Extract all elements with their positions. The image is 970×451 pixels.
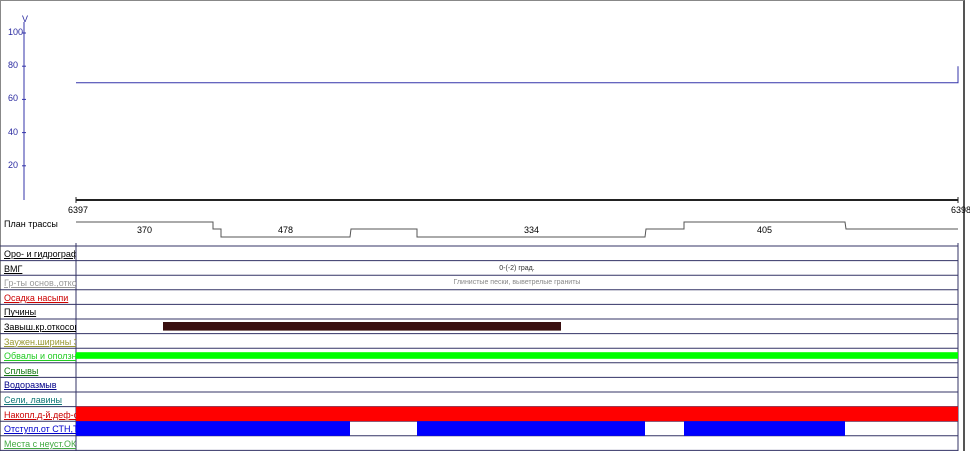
row-label[interactable]: Осадка насыпи [4, 293, 76, 303]
row-cell-text: 0-(-2) град. [499, 264, 535, 272]
speed-tick: 80 [8, 60, 19, 70]
speed-tick: 20 [8, 160, 19, 170]
row-cell-text: Глинистые пески, выветрелые граниты [453, 279, 581, 287]
plan-segment-radius: 370 [137, 225, 153, 235]
deviation-bar [76, 421, 350, 436]
speed-tick: 100 [8, 27, 24, 37]
defects-bar [76, 406, 958, 422]
speed-tick: 60 [8, 93, 19, 103]
speed-axis-label: V [22, 14, 29, 24]
row-label[interactable]: ВМГ [4, 264, 76, 274]
plan-segment-radius: 478 [278, 225, 294, 235]
deviation-bar [417, 421, 645, 436]
plan-segment-radius: 334 [524, 225, 540, 235]
row-label[interactable]: Обвалы и оползни [4, 351, 76, 361]
row-label[interactable]: Отступл.от СТН,ТУ [4, 424, 76, 434]
km-end: 6398 [951, 205, 970, 215]
landslide-bar [76, 352, 958, 359]
row-label[interactable]: Водоразмыв [4, 380, 76, 390]
row-label[interactable]: Заужен.ширины ЗП [4, 337, 76, 347]
row-label[interactable]: Сели, лавины [4, 395, 76, 405]
row-label[interactable]: Завыш.кр.откосов [4, 322, 76, 332]
speed-tick: 40 [8, 127, 19, 137]
row-label[interactable]: Пучины [4, 307, 76, 317]
deviation-bar [684, 421, 845, 436]
row-label[interactable]: Гр-ты основ.,откос [4, 278, 76, 288]
plan-title: План трассы [4, 219, 58, 229]
row-label[interactable]: Накопл.д-й.деф-ов. [4, 410, 76, 420]
row-label[interactable]: Оро- и гидрография [4, 249, 76, 259]
slope-bar [163, 322, 561, 331]
row-label[interactable]: Места с неуст.ОКС [4, 439, 76, 449]
speed-limit-line [76, 66, 959, 84]
plan-segment-radius: 405 [757, 225, 773, 235]
row-label[interactable]: Сплывы [4, 366, 76, 376]
km-start: 6397 [68, 205, 89, 215]
plan-line [76, 221, 958, 238]
